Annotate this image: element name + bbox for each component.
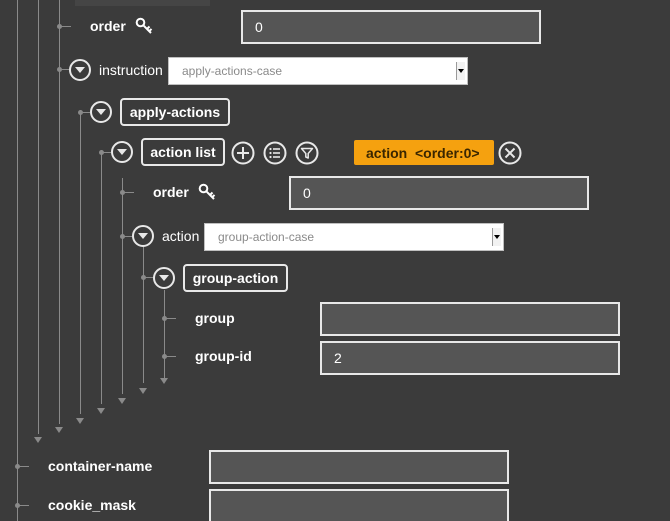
- action-entry-badge[interactable]: action <order:0>: [354, 140, 494, 165]
- group-label: group: [195, 310, 235, 326]
- group-action-toggle-icon[interactable]: [153, 267, 175, 289]
- cookie-mask-label: cookie_mask: [48, 497, 136, 513]
- group-id-input[interactable]: 2: [320, 341, 620, 375]
- dropdown-arrow-icon[interactable]: [492, 228, 501, 246]
- order-label: order: [90, 18, 126, 34]
- list-circle-icon[interactable]: [263, 141, 287, 165]
- dropdown-arrow-icon[interactable]: [456, 62, 465, 80]
- filter-circle-icon[interactable]: [295, 141, 319, 165]
- plus-circle-icon[interactable]: [231, 141, 255, 165]
- order-inner-label: order: [153, 184, 189, 200]
- action-select-value: group-action-case: [218, 230, 315, 244]
- close-circle-icon[interactable]: [498, 141, 522, 165]
- instruction-select-value: apply-actions-case: [182, 64, 283, 78]
- top-remnant: [75, 0, 210, 6]
- instruction-select[interactable]: apply-actions-case: [168, 57, 468, 85]
- container-name-input[interactable]: [209, 450, 509, 484]
- container-name-label: container-name: [48, 458, 153, 474]
- apply-actions-toggle-icon[interactable]: [90, 101, 112, 123]
- group-action-chip[interactable]: group-action: [183, 264, 288, 292]
- instruction-toggle-icon[interactable]: [69, 59, 91, 81]
- group-input[interactable]: [320, 302, 620, 336]
- action-list-chip[interactable]: action list: [141, 138, 225, 166]
- group-id-label: group-id: [195, 348, 252, 364]
- action-select[interactable]: group-action-case: [204, 223, 504, 251]
- instruction-label: instruction: [99, 62, 163, 78]
- key-icon: [135, 17, 153, 34]
- key-icon: [198, 183, 216, 200]
- cookie-mask-input[interactable]: [209, 489, 509, 521]
- action-list-toggle-icon[interactable]: [111, 141, 133, 163]
- order-inner-input[interactable]: 0: [289, 176, 589, 210]
- order-input[interactable]: 0: [241, 10, 541, 44]
- action-label: action: [162, 228, 200, 244]
- action-toggle-icon[interactable]: [132, 225, 154, 247]
- apply-actions-chip[interactable]: apply-actions: [120, 98, 230, 126]
